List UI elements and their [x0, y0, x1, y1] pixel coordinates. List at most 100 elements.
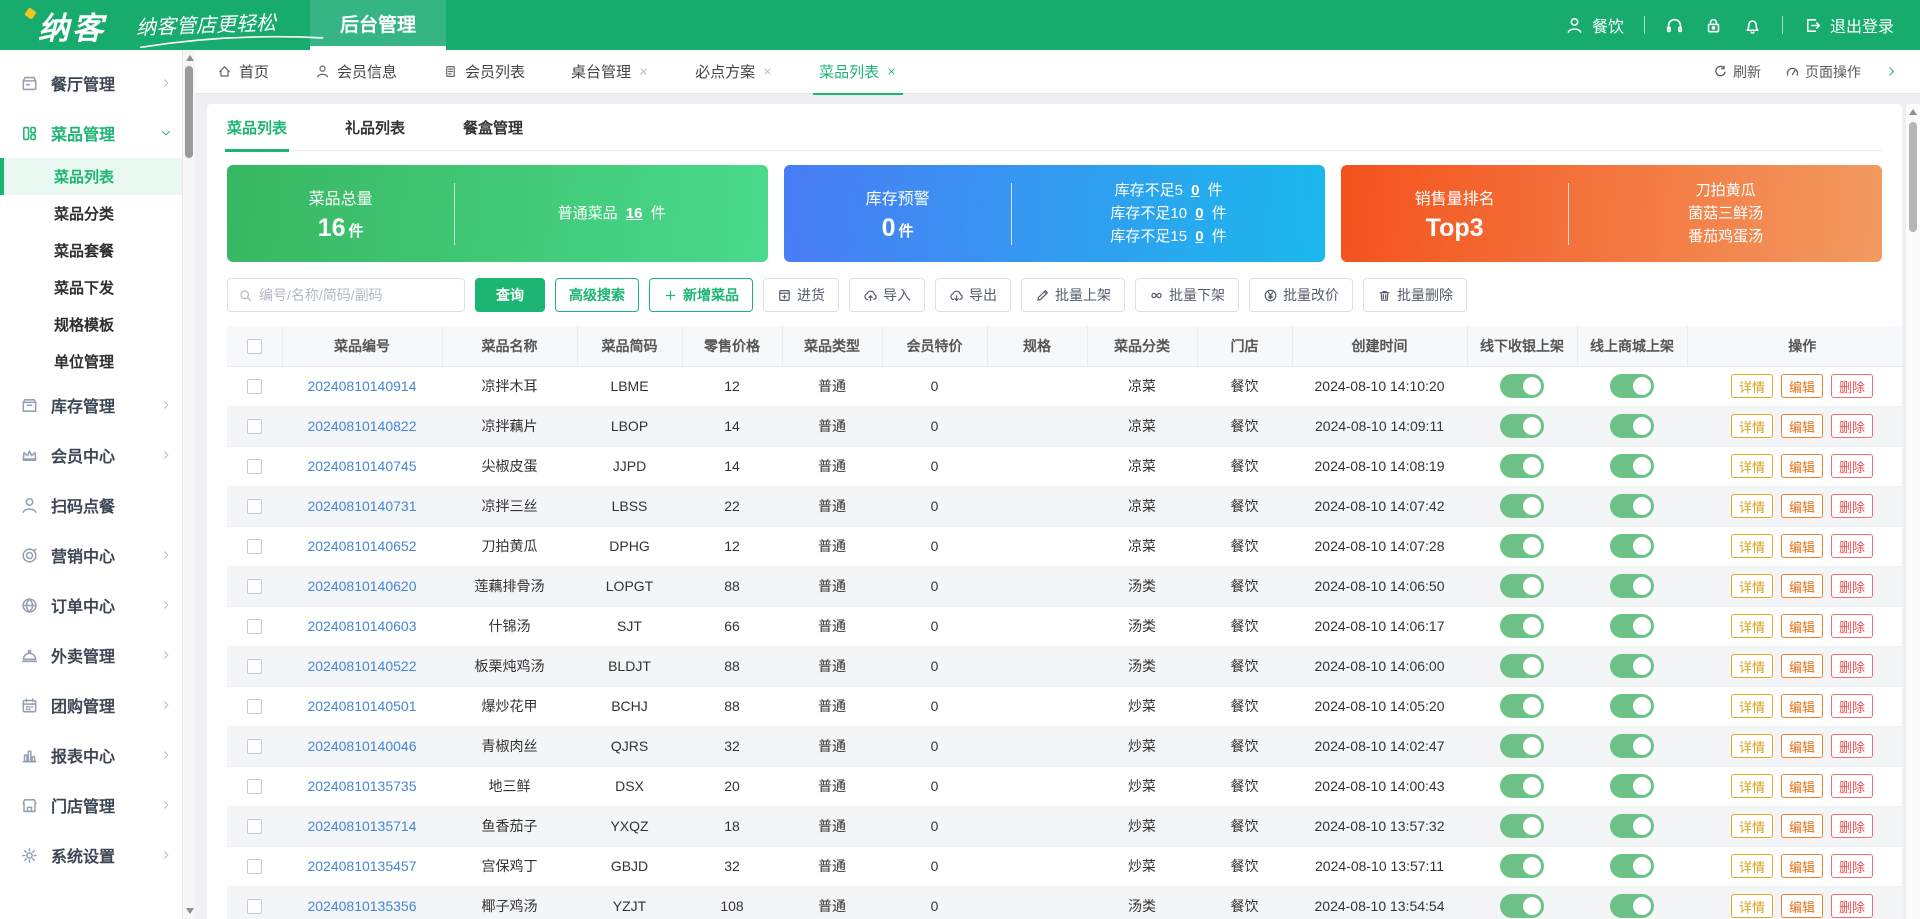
delete-button[interactable]: 删除 — [1831, 414, 1874, 438]
nav-tab-backend[interactable]: 后台管理 — [310, 0, 447, 50]
detail-button[interactable]: 详情 — [1730, 654, 1773, 678]
offline-shelf-toggle[interactable] — [1500, 774, 1544, 798]
detail-button[interactable]: 详情 — [1730, 414, 1773, 438]
online-shelf-toggle[interactable] — [1610, 414, 1654, 438]
sidebar-item[interactable]: 系统设置 — [0, 830, 182, 880]
delete-button[interactable]: 删除 — [1831, 734, 1874, 758]
offline-shelf-toggle[interactable] — [1500, 414, 1544, 438]
offline-shelf-toggle[interactable] — [1500, 734, 1544, 758]
sidebar-item[interactable]: 库存管理 — [0, 380, 182, 430]
page-tab[interactable]: 会员列表 — [443, 50, 525, 94]
online-shelf-toggle[interactable] — [1610, 654, 1654, 678]
offline-shelf-toggle[interactable] — [1500, 814, 1544, 838]
edit-button[interactable]: 编辑 — [1780, 774, 1823, 798]
dish-code-link[interactable]: 20240810135457 — [307, 858, 416, 874]
edit-button[interactable]: 编辑 — [1780, 414, 1823, 438]
row-checkbox[interactable] — [247, 539, 262, 555]
edit-button[interactable]: 编辑 — [1780, 614, 1823, 638]
sidebar-item[interactable]: 报表中心 — [0, 730, 182, 780]
batch-off-shelf-button[interactable]: 批量下架 — [1135, 278, 1239, 312]
detail-button[interactable]: 详情 — [1730, 614, 1773, 638]
search-box[interactable] — [227, 278, 465, 312]
detail-button[interactable]: 详情 — [1730, 814, 1773, 838]
scrollbar-thumb[interactable] — [1909, 122, 1917, 232]
headset-icon[interactable] — [1665, 16, 1684, 35]
edit-button[interactable]: 编辑 — [1780, 454, 1823, 478]
batch-price-button[interactable]: 批量改价 — [1249, 278, 1353, 312]
card-line-value[interactable]: 0 — [1191, 205, 1207, 222]
search-input[interactable] — [259, 287, 454, 303]
page-tab[interactable]: 必点方案 — [695, 50, 773, 94]
bell-icon[interactable] — [1743, 16, 1762, 35]
scroll-up-arrow[interactable] — [1909, 109, 1917, 115]
online-shelf-toggle[interactable] — [1610, 454, 1654, 478]
page-ops-button[interactable]: 页面操作 — [1785, 62, 1861, 82]
row-checkbox[interactable] — [247, 419, 262, 435]
online-shelf-toggle[interactable] — [1610, 534, 1654, 558]
online-shelf-toggle[interactable] — [1610, 614, 1654, 638]
row-checkbox[interactable] — [247, 579, 262, 595]
dish-code-link[interactable]: 20240810140914 — [307, 378, 416, 394]
dish-code-link[interactable]: 20240810135356 — [307, 898, 416, 914]
detail-button[interactable]: 详情 — [1730, 574, 1773, 598]
online-shelf-toggle[interactable] — [1610, 734, 1654, 758]
dish-code-link[interactable]: 20240810140522 — [307, 658, 416, 674]
dish-code-link[interactable]: 20240810140745 — [307, 458, 416, 474]
close-icon[interactable] — [638, 66, 649, 77]
batch-on-shelf-button[interactable]: 批量上架 — [1021, 278, 1125, 312]
card-line-value[interactable]: 0 — [1187, 182, 1203, 199]
dish-code-link[interactable]: 20240810135714 — [307, 818, 416, 834]
dish-code-link[interactable]: 20240810140046 — [307, 738, 416, 754]
page-tab[interactable]: 菜品列表 — [813, 50, 904, 95]
sidebar-subitem[interactable]: 菜品套餐 — [0, 232, 182, 269]
offline-shelf-toggle[interactable] — [1500, 534, 1544, 558]
sidebar-subitem[interactable]: 单位管理 — [0, 343, 182, 380]
add-dish-button[interactable]: 新增菜品 — [649, 278, 753, 312]
delete-button[interactable]: 删除 — [1831, 694, 1874, 718]
edit-button[interactable]: 编辑 — [1780, 854, 1823, 878]
sidebar-item[interactable]: 订单中心 — [0, 580, 182, 630]
delete-button[interactable]: 删除 — [1831, 374, 1874, 398]
online-shelf-toggle[interactable] — [1610, 774, 1654, 798]
offline-shelf-toggle[interactable] — [1500, 894, 1544, 918]
edit-button[interactable]: 编辑 — [1780, 534, 1823, 558]
sub-tab[interactable]: 餐盒管理 — [463, 104, 523, 151]
page-tab[interactable]: 会员信息 — [315, 50, 397, 94]
dish-code-link[interactable]: 20240810140731 — [307, 498, 416, 514]
delete-button[interactable]: 删除 — [1831, 534, 1874, 558]
dish-code-link[interactable]: 20240810135735 — [307, 778, 416, 794]
detail-button[interactable]: 详情 — [1730, 854, 1773, 878]
search-button[interactable]: 查询 — [475, 278, 545, 312]
delete-button[interactable]: 删除 — [1831, 454, 1874, 478]
close-icon[interactable] — [762, 66, 773, 77]
refresh-button[interactable]: 刷新 — [1713, 62, 1761, 82]
sidebar-item[interactable]: 菜品管理 — [0, 108, 182, 158]
online-shelf-toggle[interactable] — [1610, 854, 1654, 878]
scroll-down-arrow[interactable] — [186, 908, 194, 914]
purchase-button[interactable]: 进货 — [763, 278, 839, 312]
row-checkbox[interactable] — [247, 619, 262, 635]
sidebar-item[interactable]: 外卖管理 — [0, 630, 182, 680]
row-checkbox[interactable] — [247, 699, 262, 715]
online-shelf-toggle[interactable] — [1610, 814, 1654, 838]
row-checkbox[interactable] — [247, 459, 262, 475]
online-shelf-toggle[interactable] — [1610, 374, 1654, 398]
advanced-search-button[interactable]: 高级搜索 — [555, 278, 639, 312]
close-icon[interactable] — [886, 66, 897, 77]
row-checkbox[interactable] — [247, 499, 262, 515]
sidebar-subitem[interactable]: 规格模板 — [0, 306, 182, 343]
lock-icon[interactable] — [1704, 16, 1723, 35]
detail-button[interactable]: 详情 — [1730, 774, 1773, 798]
user-menu[interactable]: 餐饮 — [1565, 13, 1624, 37]
online-shelf-toggle[interactable] — [1610, 494, 1654, 518]
delete-button[interactable]: 删除 — [1831, 614, 1874, 638]
logout-button[interactable]: 退出登录 — [1803, 13, 1894, 37]
sidebar-item[interactable]: 门店管理 — [0, 780, 182, 830]
offline-shelf-toggle[interactable] — [1500, 494, 1544, 518]
dish-code-link[interactable]: 20240810140501 — [307, 698, 416, 714]
delete-button[interactable]: 删除 — [1831, 854, 1874, 878]
select-all-checkbox[interactable] — [246, 339, 262, 355]
row-checkbox[interactable] — [247, 379, 262, 395]
dish-code-link[interactable]: 20240810140603 — [307, 618, 416, 634]
sidebar-item[interactable]: 团购管理 — [0, 680, 182, 730]
